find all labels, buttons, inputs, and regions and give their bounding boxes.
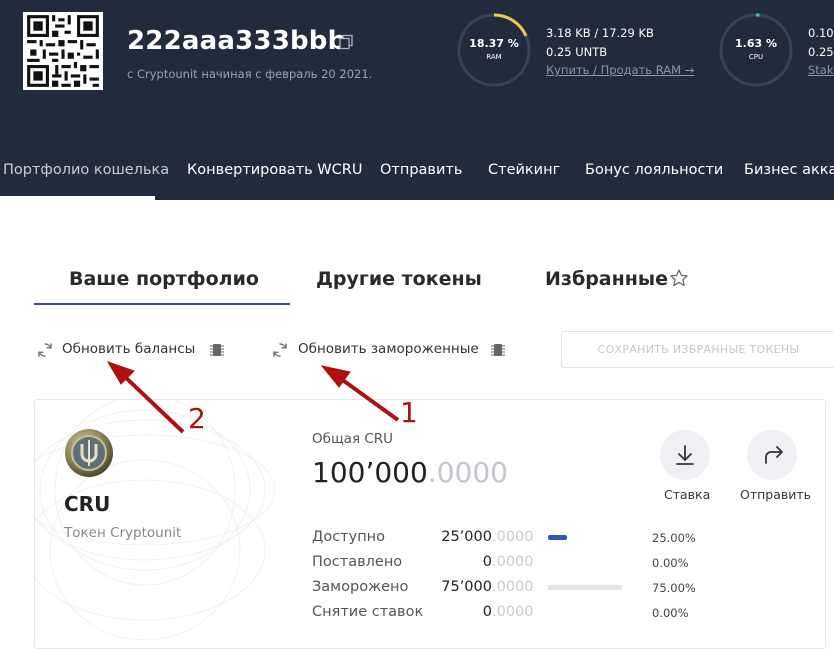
tab-your-portfolio[interactable]: Ваше портфолио	[69, 268, 259, 290]
refresh-icon[interactable]	[36, 341, 54, 359]
nav-business-account[interactable]: Бизнес аккау	[744, 162, 834, 178]
account-since: с Cryptounit начиная с февраль 20 2021.	[127, 67, 373, 81]
stake-label: Ставка	[664, 487, 711, 502]
send-label: Отправить	[740, 487, 812, 502]
row-frozen-decimals: .0000	[492, 579, 534, 595]
wallet-header: 222aaa333bbb с Cryptounit начиная с февр…	[0, 0, 834, 200]
row-unstaking-pct: 0.00%	[652, 606, 689, 620]
annotation-number-1: 1	[400, 396, 418, 429]
download-icon	[676, 445, 694, 465]
stake-button[interactable]	[660, 430, 710, 480]
star-icon	[670, 269, 688, 287]
row-available-pct: 25.00%	[652, 531, 696, 545]
row-frozen-bar	[548, 585, 622, 590]
annotation-number-2: 2	[188, 402, 206, 435]
cpu-stat-1: 0.10	[808, 26, 834, 40]
row-available-value: 25’000	[441, 529, 492, 545]
nav-wallet-portfolio[interactable]: Портфолио кошелька	[3, 162, 169, 178]
forward-arrow-icon	[765, 446, 783, 464]
row-staked-decimals: .0000	[492, 554, 534, 570]
cpu-percent: 1.63 %	[735, 37, 777, 50]
row-staked-pct: 0.00%	[652, 556, 689, 570]
qr-code-icon	[24, 12, 102, 90]
ram-label: RAM	[486, 53, 502, 61]
row-frozen-bar-fill	[548, 585, 604, 590]
tab-favorites[interactable]: Избранные	[545, 268, 689, 290]
refresh-frozen-icon[interactable]	[271, 341, 289, 359]
row-unstaking-decimals: .0000	[492, 604, 534, 620]
copy-icon[interactable]	[338, 34, 354, 50]
nav-staking[interactable]: Стейкинг	[488, 162, 560, 178]
chip-icon	[210, 342, 224, 358]
nav-active-indicator	[0, 196, 155, 200]
total-dec: .0000	[427, 456, 508, 489]
token-symbol: CRU	[64, 492, 111, 516]
chip-icon	[491, 342, 505, 358]
row-available-label: Доступно	[312, 529, 386, 545]
refresh-balances-button[interactable]: Обновить балансы	[62, 341, 195, 357]
row-available-decimals: .0000	[492, 529, 534, 545]
arrow-2-head	[106, 361, 135, 385]
cpu-label: CPU	[748, 53, 764, 61]
tab-favorites-label: Избранные	[545, 268, 668, 290]
tab-active-indicator	[34, 303, 290, 305]
ram-percent: 18.37 %	[469, 37, 519, 50]
total-value: 100’000.0000	[312, 456, 508, 489]
buy-sell-ram-link[interactable]: Купить / Продать RAM →	[546, 63, 694, 77]
tab-other-tokens[interactable]: Другие токены	[316, 268, 482, 290]
arrow-1-head	[320, 365, 351, 388]
stake-link[interactable]: Stake	[808, 63, 834, 77]
total-int: 100’000	[312, 456, 428, 489]
ram-balance: 0.25 UNTB	[546, 45, 608, 59]
row-unstaking-value: 0	[482, 604, 492, 620]
nav-convert-wcru[interactable]: Конвертировать WCRU	[187, 162, 362, 178]
cpu-stat-2: 0.25	[808, 45, 834, 59]
nav-send[interactable]: Отправить	[380, 162, 462, 178]
qr-code[interactable]	[23, 12, 103, 90]
row-available-bar-fill	[548, 535, 567, 540]
row-frozen-value: 75’000	[441, 579, 492, 595]
save-favorite-tokens-button[interactable]: СОХРАНИТЬ ИЗБРАННЫЕ ТОКЕНЫ	[561, 331, 834, 368]
account-name: 222aaa333bbb	[127, 26, 347, 56]
ram-usage: 3.18 KB / 17.29 KB	[546, 26, 654, 40]
token-name: Токен Cryptounit	[64, 525, 182, 541]
row-staked-value: 0	[482, 554, 492, 570]
nav-loyalty-bonus[interactable]: Бонус лояльности	[585, 162, 723, 178]
refresh-frozen-button[interactable]: Обновить замороженные	[298, 341, 479, 357]
cru-coin-icon	[64, 428, 114, 478]
total-label: Общая CRU	[312, 431, 394, 447]
send-button[interactable]	[747, 430, 797, 480]
ram-gauge: 18.37 % RAM	[456, 12, 532, 88]
row-frozen-pct: 75.00%	[652, 581, 696, 595]
cpu-gauge: 1.63 % CPU	[718, 12, 794, 88]
row-available-bar	[548, 535, 622, 540]
